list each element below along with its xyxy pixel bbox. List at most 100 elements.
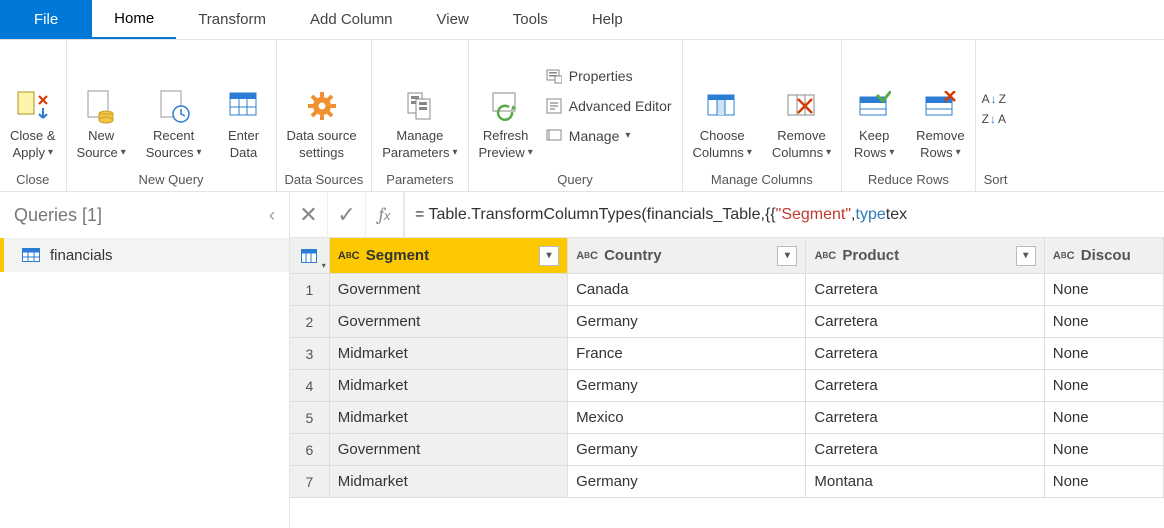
table-row[interactable]: 6GovernmentGermanyCarreteraNone (290, 434, 1164, 466)
chevron-down-icon: ▾ (826, 147, 831, 159)
cell-country[interactable]: Germany (568, 370, 806, 402)
cell-country[interactable]: Germany (568, 434, 806, 466)
table-row[interactable]: 1GovernmentCanadaCarreteraNone (290, 274, 1164, 306)
properties-button[interactable]: Properties (545, 62, 672, 90)
sort-ascending-button[interactable]: A↓Z (982, 92, 1006, 106)
column-dropdown-icon[interactable]: ▾ (777, 246, 797, 266)
advanced-editor-button[interactable]: Advanced Editor (545, 92, 672, 120)
tab-view[interactable]: View (415, 0, 491, 39)
tab-help[interactable]: Help (570, 0, 645, 39)
group-reduce-rows-label: Reduce Rows (842, 167, 974, 191)
cell-discount[interactable]: None (1045, 370, 1164, 402)
cell-discount[interactable]: None (1045, 338, 1164, 370)
cell-segment[interactable]: Midmarket (330, 466, 568, 498)
tab-file[interactable]: File (0, 0, 92, 39)
chevron-down-icon: ▾ (452, 147, 457, 159)
keep-rows-label-2: Rows (854, 145, 887, 161)
table-row[interactable]: 2GovernmentGermanyCarreteraNone (290, 306, 1164, 338)
data-grid: ▾ ABC Segment ▾ ABC Country ▾ ABC Produc… (290, 238, 1164, 528)
row-number[interactable]: 3 (290, 338, 330, 370)
table-row[interactable]: 7MidmarketGermanyMontanaNone (290, 466, 1164, 498)
table-row[interactable]: 5MidmarketMexicoCarreteraNone (290, 402, 1164, 434)
new-source-button[interactable]: New Source▾ (67, 40, 136, 167)
cell-product[interactable]: Carretera (806, 274, 1044, 306)
column-header-country[interactable]: ABC Country ▾ (568, 238, 806, 274)
cell-discount[interactable]: None (1045, 274, 1164, 306)
table-row[interactable]: 3MidmarketFranceCarreteraNone (290, 338, 1164, 370)
cell-country[interactable]: Germany (568, 306, 806, 338)
choose-columns-button[interactable]: Choose Columns▾ (683, 40, 762, 167)
remove-columns-icon (784, 86, 820, 126)
group-sort-label: Sort (976, 167, 1016, 191)
cell-segment[interactable]: Government (330, 274, 568, 306)
cell-country[interactable]: France (568, 338, 806, 370)
tab-tools[interactable]: Tools (491, 0, 570, 39)
row-number[interactable]: 6 (290, 434, 330, 466)
collapse-pane-icon[interactable]: ‹ (269, 205, 275, 226)
chevron-down-icon: ▾ (889, 147, 894, 159)
row-number[interactable]: 7 (290, 466, 330, 498)
tab-transform[interactable]: Transform (176, 0, 288, 39)
properties-icon (545, 67, 563, 85)
menu-tabs: File Home Transform Add Column View Tool… (0, 0, 1164, 40)
tab-home[interactable]: Home (92, 0, 176, 39)
manage-parameters-button[interactable]: Manage Parameters▾ (372, 40, 467, 167)
column-header-segment[interactable]: ABC Segment ▾ (330, 238, 568, 274)
advanced-editor-icon (545, 97, 563, 115)
enter-data-button[interactable]: Enter Data (212, 40, 276, 167)
cell-country[interactable]: Mexico (568, 402, 806, 434)
cell-product[interactable]: Montana (806, 466, 1044, 498)
cell-product[interactable]: Carretera (806, 338, 1044, 370)
cell-product[interactable]: Carretera (806, 370, 1044, 402)
cell-segment[interactable]: Midmarket (330, 402, 568, 434)
manage-label: Manage (569, 128, 620, 144)
close-and-apply-button[interactable]: Close & Apply▾ (0, 40, 66, 167)
cell-product[interactable]: Carretera (806, 306, 1044, 338)
cell-product[interactable]: Carretera (806, 402, 1044, 434)
column-dropdown-icon[interactable]: ▾ (539, 246, 559, 266)
cell-discount[interactable]: None (1045, 306, 1164, 338)
tab-add-column[interactable]: Add Column (288, 0, 415, 39)
cell-segment[interactable]: Midmarket (330, 338, 568, 370)
cell-segment[interactable]: Government (330, 434, 568, 466)
refresh-preview-button[interactable]: Refresh Preview▾ (469, 40, 543, 167)
query-item-financials[interactable]: financials (0, 238, 289, 272)
commit-formula-button[interactable]: ✓ (328, 192, 366, 237)
column-header-product[interactable]: ABC Product ▾ (806, 238, 1044, 274)
row-number[interactable]: 1 (290, 274, 330, 306)
remove-cols-label-1: Remove (777, 128, 825, 144)
column-header-discount[interactable]: ABC Discou (1045, 238, 1164, 274)
cell-product[interactable]: Carretera (806, 434, 1044, 466)
table-row[interactable]: 4MidmarketGermanyCarreteraNone (290, 370, 1164, 402)
cell-discount[interactable]: None (1045, 466, 1164, 498)
recent-sources-icon (156, 86, 192, 126)
column-dropdown-icon[interactable]: ▾ (1016, 246, 1036, 266)
refresh-label-2: Preview (479, 145, 525, 161)
manage-params-label-2: Parameters (382, 145, 449, 161)
cell-discount[interactable]: None (1045, 402, 1164, 434)
group-data-sources-label: Data Sources (277, 167, 372, 191)
gear-icon (304, 86, 340, 126)
cell-country[interactable]: Canada (568, 274, 806, 306)
group-data-sources: Data source settings Data Sources (277, 40, 373, 191)
formula-input[interactable]: = Table.TransformColumnTypes(financials_… (404, 192, 1164, 237)
cell-segment[interactable]: Government (330, 306, 568, 338)
remove-columns-button[interactable]: Remove Columns▾ (762, 40, 841, 167)
cell-country[interactable]: Germany (568, 466, 806, 498)
cancel-formula-button[interactable]: ✕ (290, 192, 328, 237)
row-number[interactable]: 4 (290, 370, 330, 402)
recent-sources-button[interactable]: Recent Sources▾ (136, 40, 212, 167)
manage-query-button[interactable]: Manage ▾ (545, 122, 672, 150)
fx-button[interactable]: fx (366, 192, 404, 237)
select-all-cell[interactable]: ▾ (290, 238, 330, 274)
data-source-settings-button[interactable]: Data source settings (277, 40, 367, 167)
remove-rows-button[interactable]: Remove Rows▾ (906, 40, 974, 167)
cell-segment[interactable]: Midmarket (330, 370, 568, 402)
row-number[interactable]: 5 (290, 402, 330, 434)
sort-descending-button[interactable]: Z↓A (982, 112, 1006, 126)
keep-rows-button[interactable]: Keep Rows▾ (842, 40, 906, 167)
chevron-down-icon: ▾ (625, 130, 630, 141)
text-type-icon: ABC (1053, 245, 1075, 267)
cell-discount[interactable]: None (1045, 434, 1164, 466)
row-number[interactable]: 2 (290, 306, 330, 338)
